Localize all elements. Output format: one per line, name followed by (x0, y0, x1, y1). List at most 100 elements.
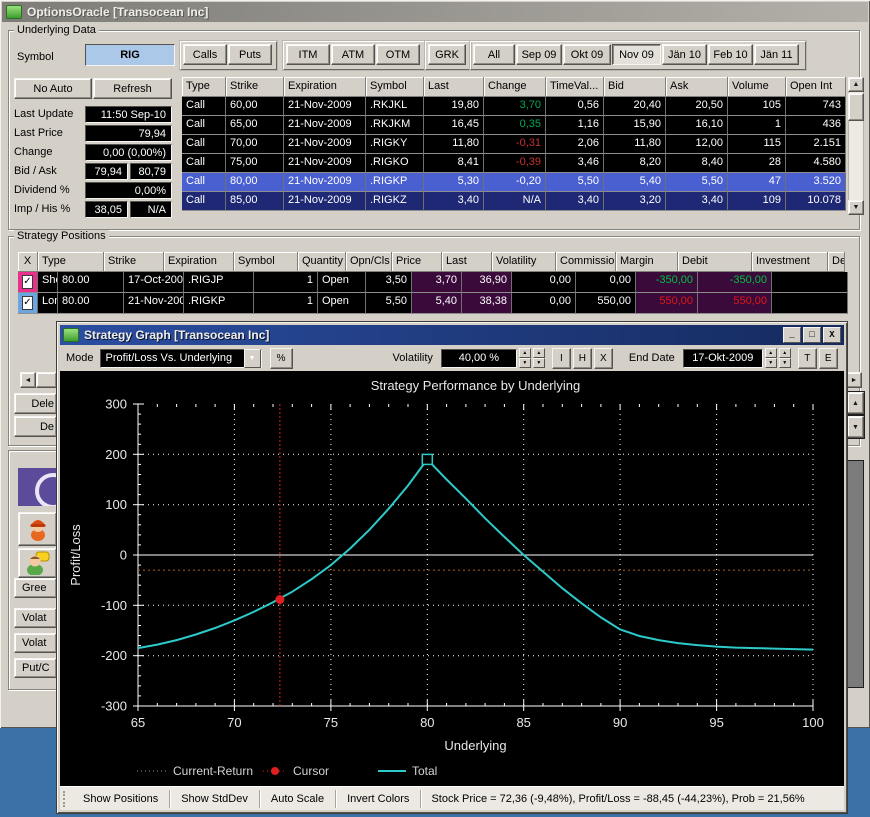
tool-button-volat[interactable]: Volat (14, 633, 57, 653)
close-icon[interactable]: X (823, 327, 841, 343)
grk-button[interactable]: GRK (428, 44, 466, 65)
spin-down-icon[interactable]: ▼ (519, 358, 531, 368)
hscroll-left-icon[interactable]: ◄ (20, 372, 36, 388)
spin-down-icon[interactable]: ▼ (765, 358, 777, 368)
positions-header-2[interactable]: Strike (104, 252, 164, 272)
chain-row[interactable]: Call70,0021-Nov-2009.RIGKY11,80-0,312,06… (182, 135, 846, 154)
chain-scroll-up-icon[interactable]: ▲ (848, 77, 864, 92)
graph-titlebar[interactable]: Strategy Graph [Transocean Inc] _ □ X (60, 325, 844, 345)
tab-okt-09[interactable]: Okt 09 (563, 44, 611, 65)
chain-header-2[interactable]: Expiration (284, 77, 366, 97)
positions-header-13[interactable]: Investment (752, 252, 828, 272)
status-button-invert-colors[interactable]: Invert Colors (338, 789, 418, 809)
volatility-stepper-1[interactable]: ▲▼ (519, 348, 531, 368)
volatility-stepper-2[interactable]: ▲▼ (533, 348, 545, 368)
graph-button-x[interactable]: X (594, 348, 613, 369)
chain-header-10[interactable]: Open Int (786, 77, 846, 97)
tab-all[interactable]: All (473, 44, 515, 65)
spin-up-icon[interactable]: ▲ (533, 348, 545, 358)
minimize-icon[interactable]: _ (783, 327, 801, 343)
spin-down-icon[interactable]: ▼ (779, 358, 791, 368)
right-spin-down-icon[interactable]: ▼ (847, 416, 864, 438)
percent-button[interactable]: % (270, 348, 293, 369)
filter-calls[interactable]: Calls (183, 44, 227, 65)
chain-header-4[interactable]: Last (424, 77, 484, 97)
wizard-icon[interactable] (18, 512, 57, 546)
status-button-show-stddev[interactable]: Show StdDev (172, 789, 257, 809)
advisor-icon[interactable] (18, 548, 57, 578)
volatility-input[interactable]: 40,00 % (441, 349, 517, 368)
symbol-input[interactable]: RIG (85, 44, 175, 66)
filter-otm[interactable]: OTM (376, 44, 420, 65)
positions-header-10[interactable]: Commission (556, 252, 616, 272)
tab-feb-10[interactable]: Feb 10 (708, 44, 753, 65)
no-auto-button[interactable]: No Auto (14, 78, 92, 99)
positions-header-9[interactable]: Volatility (492, 252, 556, 272)
position-row[interactable]: ✓Long Call80.0021-Nov-2009.RIGKP1Open5,5… (18, 293, 848, 314)
graph-button-h[interactable]: H (573, 348, 592, 369)
spin-up-icon[interactable]: ▲ (519, 348, 531, 358)
date-stepper-1[interactable]: ▲▼ (765, 348, 777, 368)
chain-header-9[interactable]: Volume (728, 77, 786, 97)
positions-header-4[interactable]: Symbol (234, 252, 298, 272)
date-stepper-2[interactable]: ▲▼ (779, 348, 791, 368)
tab-nov-09[interactable]: Nov 09 (612, 44, 661, 65)
chevron-down-icon[interactable]: ▼ (244, 349, 261, 368)
chain-row[interactable]: Call80,0021-Nov-2009.RIGKP5,30-0,205,505… (182, 173, 846, 192)
chain-row[interactable]: Call65,0021-Nov-2009.RKJKM16,450,351,161… (182, 116, 846, 135)
graph-button-e[interactable]: E (819, 348, 838, 369)
positions-header-7[interactable]: Price (392, 252, 442, 272)
main-titlebar[interactable]: OptionsOracle [Transocean Inc] (2, 2, 868, 22)
chain-scroll-down-icon[interactable]: ▼ (848, 200, 864, 215)
graph-button-t[interactable]: T (798, 348, 817, 369)
positions-header-11[interactable]: Margin (616, 252, 678, 272)
mode-dropdown[interactable]: Profit/Loss Vs. Underlying ▼ (100, 349, 262, 368)
right-scroll-track[interactable] (847, 460, 864, 688)
filter-atm[interactable]: ATM (331, 44, 375, 65)
chain-header-3[interactable]: Symbol (366, 77, 424, 97)
positions-header-5[interactable]: Quantity (298, 252, 346, 272)
chain-header-5[interactable]: Change (484, 77, 546, 97)
positions-header-12[interactable]: Debit (678, 252, 752, 272)
positions-header-3[interactable]: Expiration (164, 252, 234, 272)
hscroll-thumb[interactable] (36, 372, 57, 388)
right-spin-up-icon[interactable]: ▲ (847, 392, 864, 414)
chain-row[interactable]: Call85,0021-Nov-2009.RIGKZ3,40N/A3,403,2… (182, 192, 846, 211)
profit-loss-chart[interactable]: -300-200-100010020030065707580859095100S… (60, 371, 844, 786)
chain-scroll-thumb[interactable] (848, 93, 864, 121)
chain-header-8[interactable]: Ask (666, 77, 728, 97)
maximize-icon[interactable]: □ (803, 327, 821, 343)
positions-header-1[interactable]: Type (38, 252, 104, 272)
tool-button-gree[interactable]: Gree (14, 578, 57, 598)
spin-up-icon[interactable]: ▲ (765, 348, 777, 358)
refresh-button[interactable]: Refresh (93, 78, 172, 99)
graph-button-i[interactable]: I (552, 348, 571, 369)
spin-down-icon[interactable]: ▼ (533, 358, 545, 368)
delete-button-0[interactable]: Dele (14, 393, 57, 414)
positions-header-14[interactable]: De (828, 252, 845, 272)
chain-header-7[interactable]: Bid (604, 77, 666, 97)
position-row[interactable]: ✓Short Call80.0017-Oct-2009.RIGJP1Open3,… (18, 272, 848, 293)
chain-row[interactable]: Call75,0021-Nov-2009.RIGKO8,41-0,393,468… (182, 154, 846, 173)
position-checkbox[interactable]: ✓ (22, 296, 33, 310)
strategy-chart[interactable]: -300-200-100010020030065707580859095100S… (60, 371, 844, 786)
filter-itm[interactable]: ITM (286, 44, 330, 65)
spin-up-icon[interactable]: ▲ (779, 348, 791, 358)
tool-button-volat[interactable]: Volat (14, 608, 57, 628)
positions-header-0[interactable]: X (18, 252, 38, 272)
tab-jän-10[interactable]: Jän 10 (662, 44, 707, 65)
status-button-show-positions[interactable]: Show Positions (74, 789, 167, 809)
toolbar-grip-icon[interactable] (63, 791, 70, 807)
chain-header-6[interactable]: TimeVal... (546, 77, 604, 97)
positions-header-6[interactable]: Opn/Cls (346, 252, 392, 272)
tool-button-putc[interactable]: Put/C (14, 658, 57, 678)
positions-header-8[interactable]: Last (442, 252, 492, 272)
chain-header-0[interactable]: Type (182, 77, 226, 97)
position-checkbox[interactable]: ✓ (22, 275, 33, 289)
status-button-auto-scale[interactable]: Auto Scale (262, 789, 333, 809)
filter-puts[interactable]: Puts (228, 44, 272, 65)
hscroll-right-icon[interactable]: ► (846, 372, 862, 388)
chain-header-1[interactable]: Strike (226, 77, 284, 97)
tab-jän-11[interactable]: Jän 11 (754, 44, 799, 65)
delete-button-1[interactable]: De (14, 416, 57, 437)
